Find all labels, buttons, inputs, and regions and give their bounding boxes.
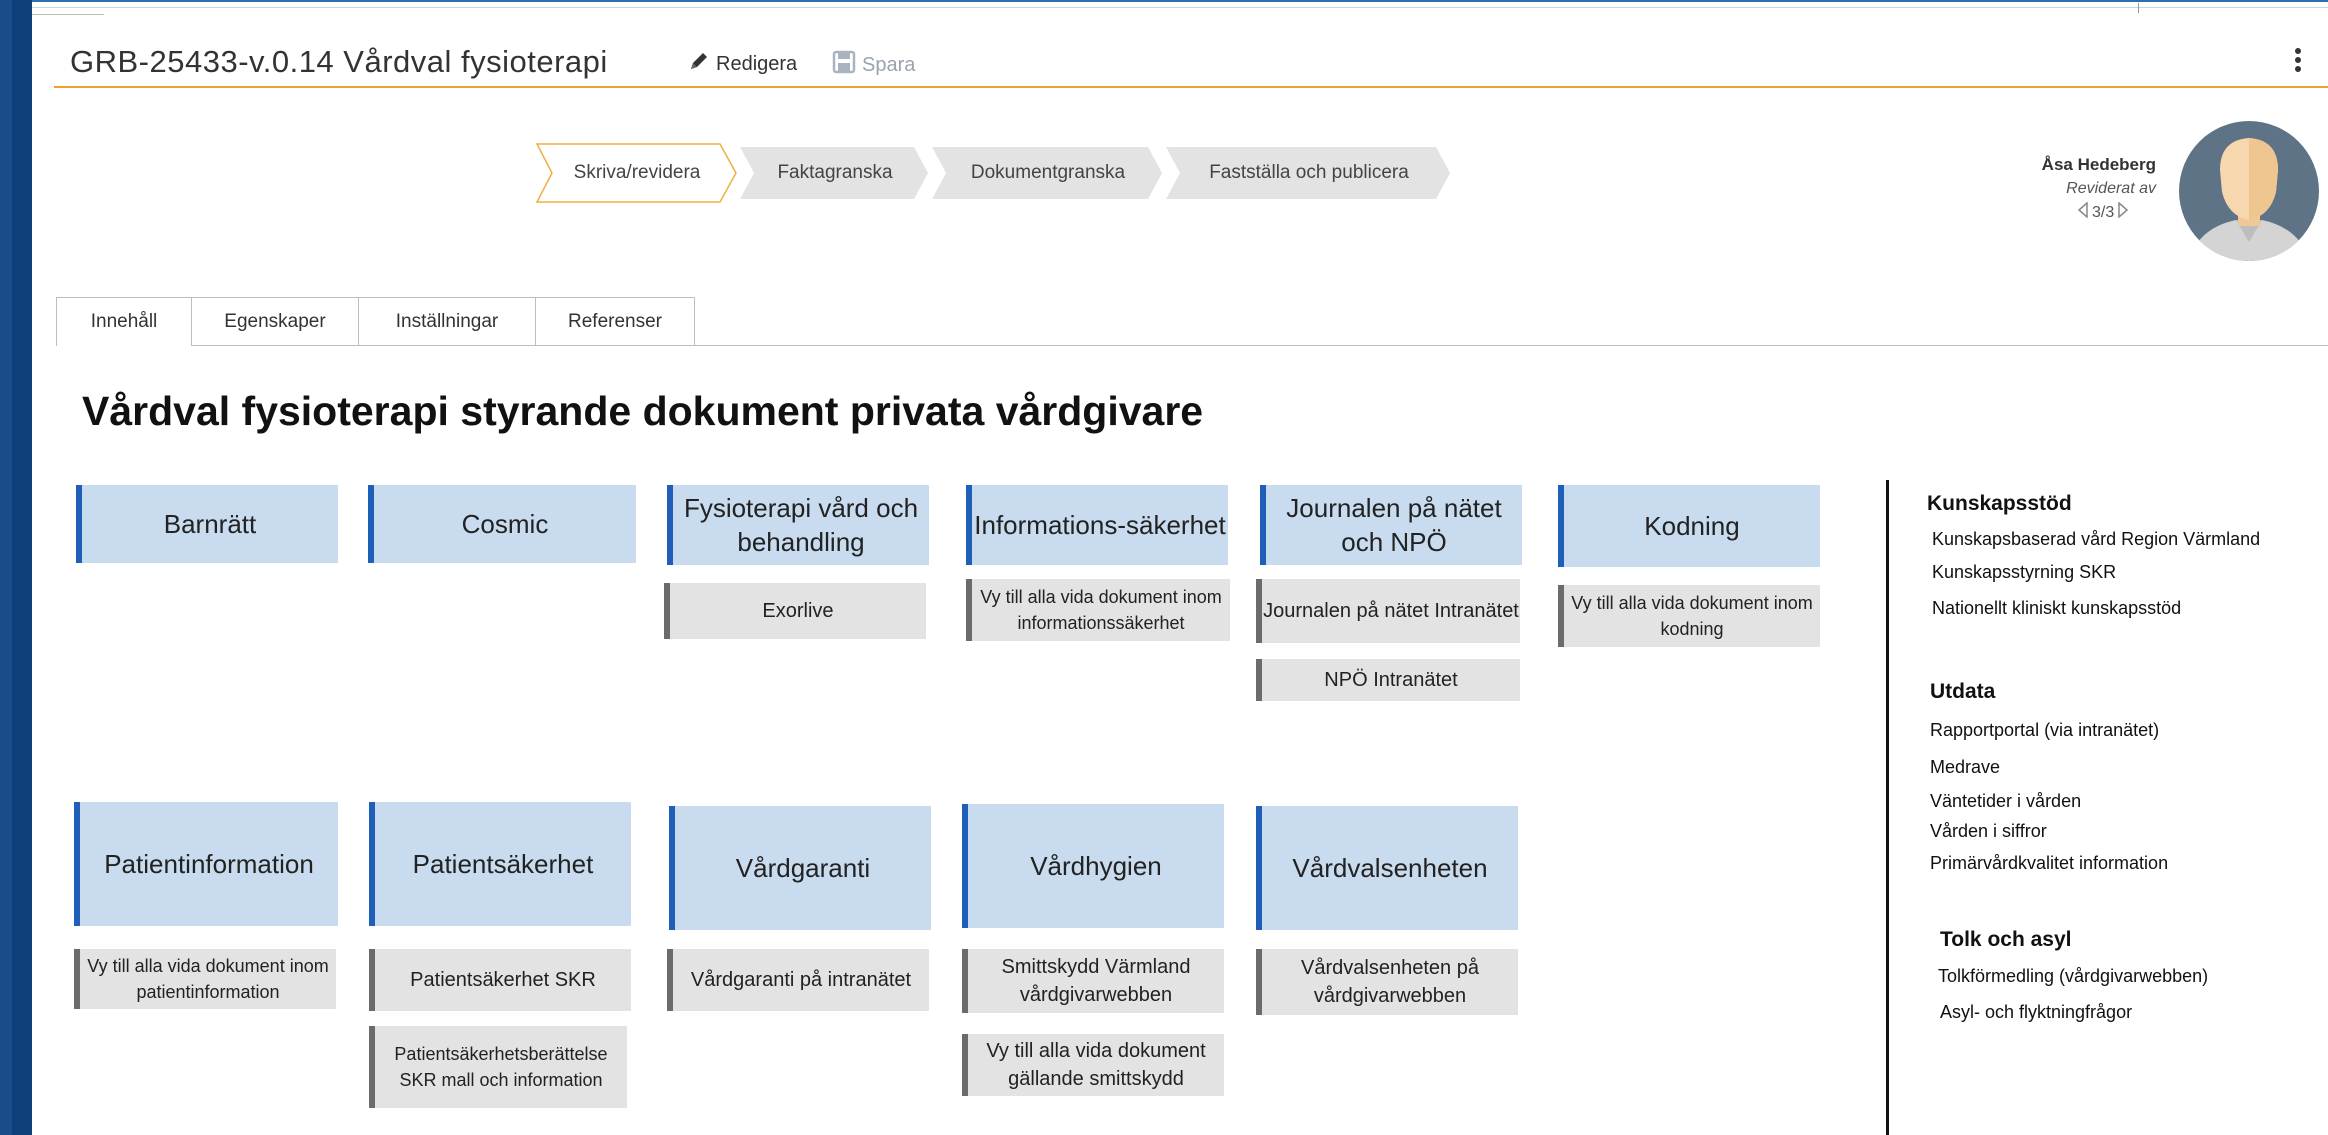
tab-egenskaper[interactable]: Egenskaper: [191, 297, 359, 345]
category-fysioterapi[interactable]: Fysioterapi vård och behandling: [667, 485, 929, 565]
link-exorlive[interactable]: Exorlive: [664, 583, 926, 639]
workflow-step-label: Faktagranska: [777, 162, 893, 183]
window-top-separator: [2138, 3, 2139, 13]
page-title: Vårdval fysioterapi styrande dokument pr…: [82, 388, 1204, 434]
category-informationssakerhet[interactable]: Informations-säkerhet: [966, 485, 1228, 565]
reviewer-role: Reviderat av: [2066, 180, 2156, 197]
workflow-step-write[interactable]: Skriva/revidera: [536, 143, 738, 203]
sidebar-link[interactable]: Kunskapsbaserad vård Region Värmland: [1932, 529, 2260, 550]
link-journalen-intranat[interactable]: Journalen på nätet Intranätet: [1256, 579, 1520, 643]
edit-button[interactable]: Redigera: [688, 50, 797, 78]
tabs-baseline: [56, 345, 2328, 346]
floppy-disk-icon: [832, 50, 856, 80]
sidebar-link[interactable]: Väntetider i vården: [1930, 791, 2081, 812]
sidebar-link[interactable]: Nationellt kliniskt kunskapsstöd: [1932, 598, 2181, 619]
link-patientinformation-view[interactable]: Vy till alla vida dokument inom patienti…: [74, 949, 336, 1009]
sidebar-link[interactable]: Rapportportal (via intranätet): [1930, 720, 2159, 741]
window-top-tab-stub: [30, 8, 104, 15]
sidebar-link[interactable]: Tolkförmedling (vårdgivarwebben): [1938, 966, 2208, 987]
chevron-right-icon[interactable]: [2118, 201, 2129, 223]
left-edge-bar-inner: [12, 0, 32, 1135]
reviewer-pager: 3/3: [2077, 201, 2148, 223]
category-vardgaranti[interactable]: Vårdgaranti: [669, 806, 931, 930]
workflow-step-docreview[interactable]: Dokumentgranska: [932, 143, 1164, 203]
sidebar-heading-utdata: Utdata: [1930, 680, 1996, 703]
link-patientsakerhet-skr[interactable]: Patientsäkerhet SKR: [369, 949, 631, 1011]
window-top-border: [0, 0, 2328, 8]
edit-button-label: Redigera: [716, 52, 798, 75]
sidebar-divider: [1886, 480, 1889, 1135]
reviewer-pager-count: 3/3: [2092, 203, 2115, 221]
tab-installningar[interactable]: Inställningar: [358, 297, 536, 345]
category-patientsakerhet[interactable]: Patientsäkerhet: [369, 802, 631, 926]
workflow-step-label: Skriva/revidera: [573, 162, 701, 183]
avatar: [2178, 120, 2320, 262]
sidebar-link[interactable]: Medrave: [1930, 757, 2000, 778]
category-patientinformation[interactable]: Patientinformation: [74, 802, 338, 926]
sidebar-link[interactable]: Kunskapsstyrning SKR: [1932, 562, 2116, 583]
category-kodning[interactable]: Kodning: [1558, 485, 1820, 567]
category-journalen[interactable]: Journalen på nätet och NPÖ: [1260, 485, 1522, 565]
link-vardvalsenheten-web[interactable]: Vårdvalsenheten på vårdgivarwebben: [1256, 949, 1518, 1015]
workflow-step-publish[interactable]: Fastställa och publicera: [1166, 143, 1452, 203]
document-title: GRB-25433-v.0.14 Vårdval fysioterapi: [70, 44, 608, 79]
sidebar-heading-tolk: Tolk och asyl: [1940, 928, 2072, 951]
save-button-label: Spara: [862, 53, 916, 76]
tab-referenser[interactable]: Referenser: [535, 297, 695, 345]
header-accent-rule: [54, 86, 2328, 88]
link-smittskydd-varmland[interactable]: Smittskydd Värmland vårdgivarwebben: [962, 949, 1224, 1013]
link-vardgaranti-intranat[interactable]: Vårdgaranti på intranätet: [667, 949, 929, 1011]
workflow-step-label: Fastställa och publicera: [1209, 162, 1409, 183]
category-barnratt[interactable]: Barnrätt: [76, 485, 338, 563]
chevron-left-icon[interactable]: [2077, 201, 2088, 223]
sidebar-link[interactable]: Primärvårdkvalitet information: [1930, 853, 2168, 874]
link-kodning-view[interactable]: Vy till alla vida dokument inom kodning: [1558, 585, 1820, 647]
save-button[interactable]: Spara: [832, 50, 915, 80]
pencil-icon: [688, 50, 710, 78]
tab-innehall[interactable]: Innehåll: [56, 297, 192, 346]
category-vardvalsenheten[interactable]: Vårdvalsenheten: [1256, 806, 1518, 930]
link-npo-intranat[interactable]: NPÖ Intranätet: [1256, 659, 1520, 701]
workflow-step-factcheck[interactable]: Faktagranska: [740, 143, 930, 203]
sidebar-heading-kunskapsstod: Kunskapsstöd: [1927, 492, 2072, 515]
workflow-step-label: Dokumentgranska: [970, 162, 1126, 183]
sidebar-link[interactable]: Vården i siffror: [1930, 821, 2047, 842]
category-vardhygien[interactable]: Vårdhygien: [962, 804, 1224, 928]
link-informationssakerhet-view[interactable]: Vy till alla vida dokument inom informat…: [966, 579, 1230, 641]
link-smittskydd-view[interactable]: Vy till alla vida dokument gällande smit…: [962, 1034, 1224, 1096]
reviewer-name: Åsa Hedeberg: [2041, 155, 2156, 174]
category-cosmic[interactable]: Cosmic: [368, 485, 636, 563]
link-patientsakerhetsberattelse[interactable]: Patientsäkerhetsberättelse SKR mall och …: [369, 1026, 627, 1108]
sidebar-link[interactable]: Asyl- och flyktningfrågor: [1940, 1002, 2132, 1023]
kebab-menu-icon[interactable]: [2293, 48, 2303, 78]
